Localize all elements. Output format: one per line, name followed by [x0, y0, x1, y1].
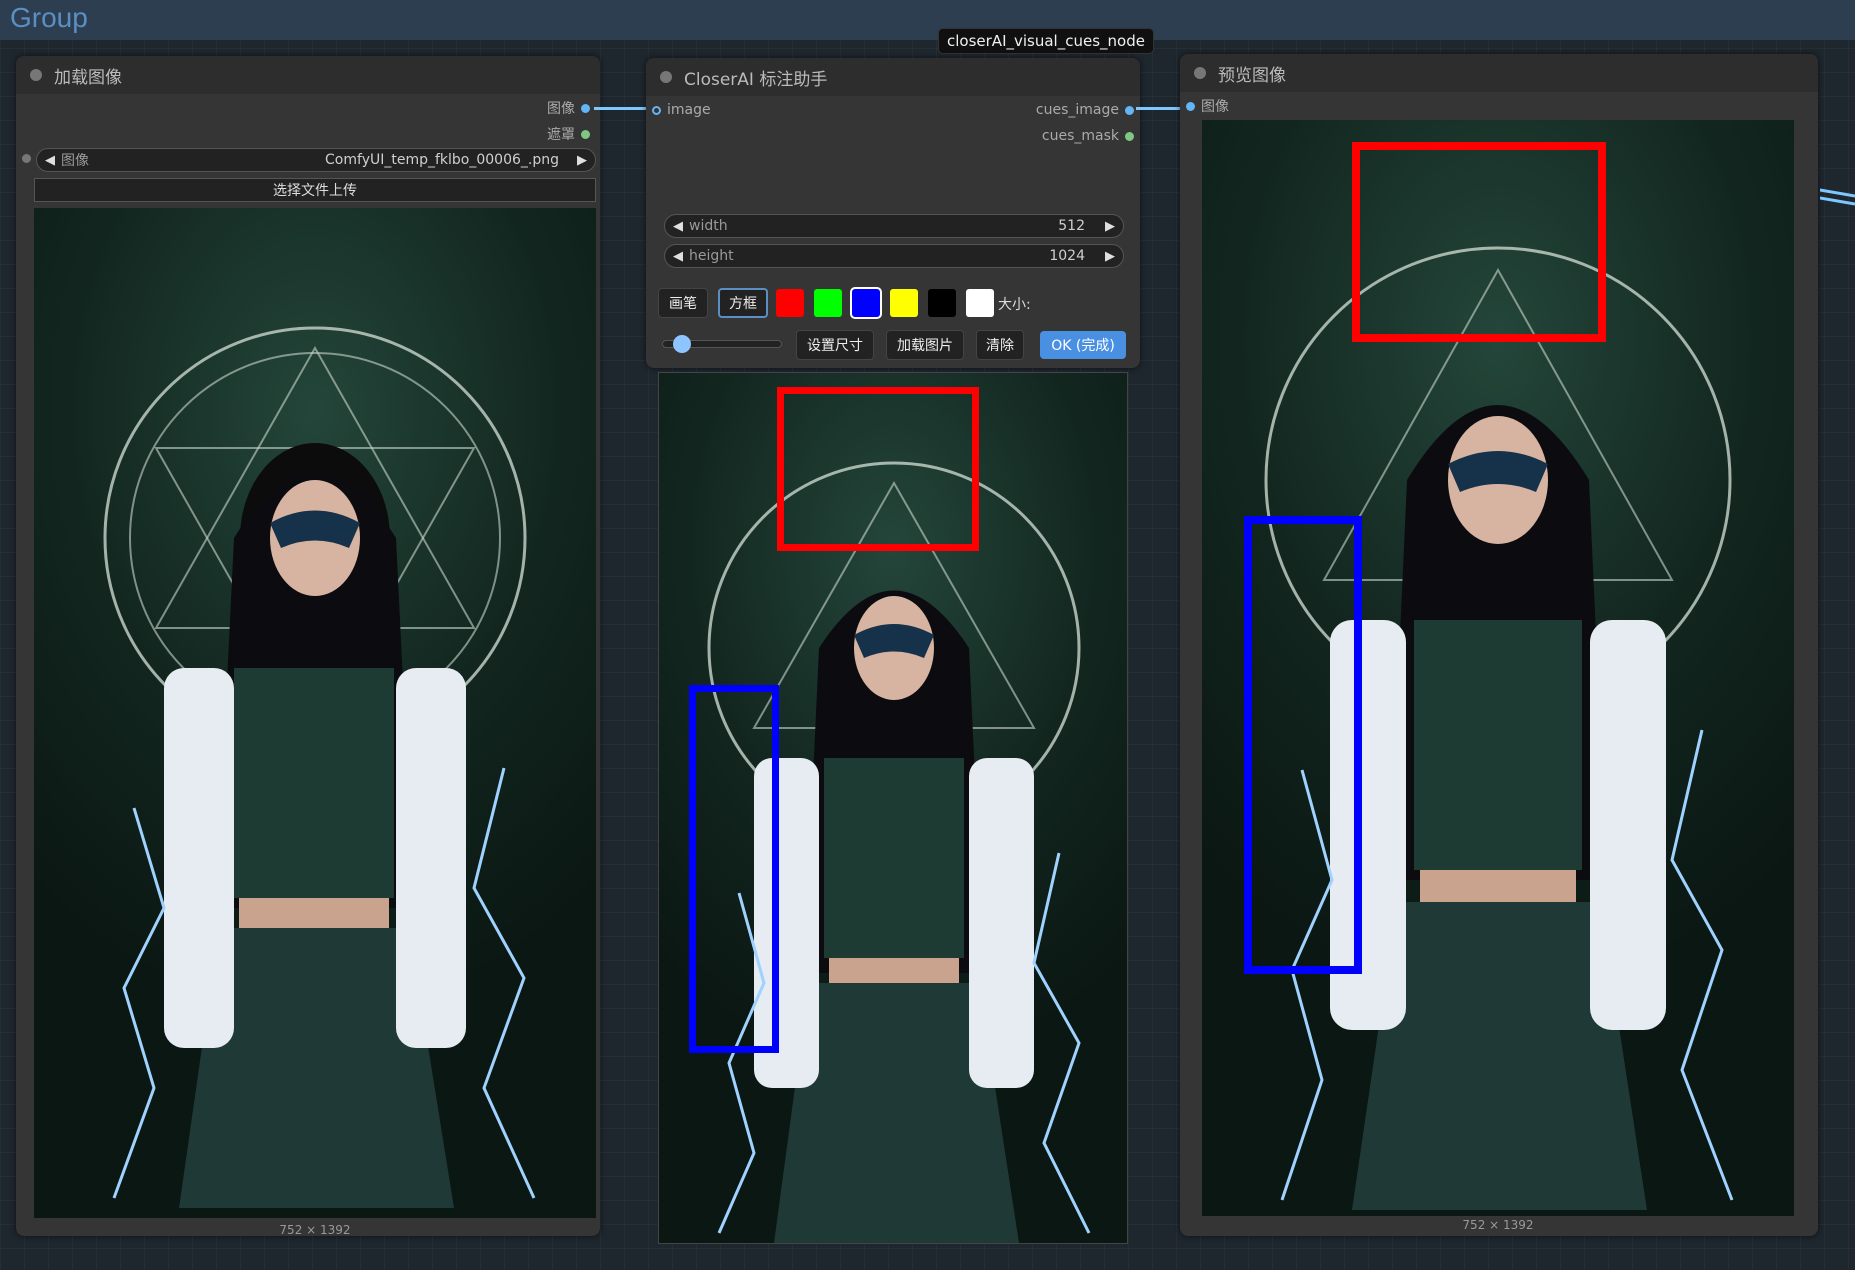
output-connector-icon[interactable]: [581, 129, 590, 139]
outgoing-link-wires[interactable]: [1820, 180, 1855, 210]
height-value: 1024: [1049, 248, 1085, 264]
image-widget-input-dot[interactable]: [22, 154, 31, 163]
load-image-node-title[interactable]: 加载图像: [16, 56, 600, 94]
preview-image-node[interactable]: 预览图像 图像 752 × 1392: [1180, 54, 1818, 1236]
width-value: 512: [1058, 218, 1085, 234]
output-slot-cues-image[interactable]: cues_image: [1036, 102, 1134, 118]
output-connector-icon[interactable]: [581, 103, 590, 113]
output-label-image: 图像: [547, 101, 575, 117]
cues-node-title-text: CloserAI 标注助手: [684, 69, 828, 90]
annotation-box-blue: [1244, 516, 1362, 974]
load-picture-button[interactable]: 加载图片: [886, 330, 964, 360]
link-wire[interactable]: [1136, 107, 1186, 110]
clear-button[interactable]: 清除: [976, 330, 1024, 360]
arrow-left-icon[interactable]: ◀: [673, 249, 683, 264]
image-file-label: 图像: [61, 153, 89, 169]
annotation-box-red[interactable]: [777, 387, 979, 551]
input-label-image: image: [667, 102, 711, 118]
collapse-dot-icon[interactable]: [1194, 67, 1206, 79]
group-header[interactable]: Group: [0, 0, 1855, 40]
preview-size-caption: 752 × 1392: [1462, 1218, 1534, 1232]
annotation-box-blue[interactable]: [689, 685, 779, 1053]
arrow-left-icon[interactable]: ◀: [45, 153, 55, 168]
image-file-combo[interactable]: ◀ 图像 ComfyUI_temp_fklbo_00006_.png ▶: [36, 148, 596, 172]
output-label-cues-mask: cues_mask: [1041, 128, 1119, 144]
size-label: 大小:: [998, 297, 1031, 313]
output-slot-mask[interactable]: 遮罩: [547, 124, 590, 144]
photo-figure-graphic: [103, 326, 536, 1208]
brush-size-slider[interactable]: [662, 335, 782, 353]
preview-node-title[interactable]: 预览图像: [1180, 54, 1818, 92]
input-slot-image[interactable]: image: [652, 102, 711, 118]
annotation-box-red: [1352, 142, 1606, 342]
widget-input-icon[interactable]: [22, 154, 31, 163]
arrow-right-icon[interactable]: ▶: [1105, 219, 1115, 234]
ok-done-button[interactable]: OK (完成): [1040, 331, 1126, 359]
color-swatch[interactable]: [850, 287, 882, 319]
arrow-right-icon[interactable]: ▶: [1105, 249, 1115, 264]
preview-image: [1202, 120, 1794, 1216]
color-swatch[interactable]: [966, 289, 994, 317]
output-connector-icon[interactable]: [1125, 131, 1134, 141]
output-label-cues-image: cues_image: [1035, 102, 1119, 118]
set-size-button[interactable]: 设置尺寸: [796, 330, 874, 360]
cues-node-title[interactable]: CloserAI 标注助手: [646, 58, 1140, 96]
input-connector-icon[interactable]: [652, 105, 661, 115]
output-connector-icon[interactable]: [1125, 105, 1134, 115]
graph-canvas[interactable]: Group closerAI_visual_cues_node 加载图像 图像 …: [0, 0, 1855, 1270]
output-slot-cues-mask[interactable]: cues_mask: [1042, 128, 1134, 144]
input-slot-preview-image[interactable]: 图像: [1186, 96, 1229, 116]
upload-file-button[interactable]: 选择文件上传: [34, 178, 596, 202]
cues-node[interactable]: CloserAI 标注助手 image cues_image cues_mask…: [646, 58, 1140, 368]
slider-thumb[interactable]: [673, 335, 692, 353]
width-widget[interactable]: ◀ width 512 ▶: [664, 214, 1124, 238]
cues-drawing-canvas[interactable]: [658, 372, 1128, 1244]
box-tool-button[interactable]: 方框: [718, 288, 768, 318]
preview-title-text: 预览图像: [1218, 65, 1286, 86]
collapse-dot-icon[interactable]: [660, 71, 672, 83]
height-label: height: [689, 248, 734, 264]
input-connector-icon[interactable]: [1186, 101, 1195, 111]
output-label-mask: 遮罩: [547, 127, 575, 143]
input-label-preview-image: 图像: [1201, 99, 1229, 115]
color-swatch[interactable]: [890, 289, 918, 317]
arrow-left-icon[interactable]: ◀: [673, 219, 683, 234]
collapse-dot-icon[interactable]: [30, 69, 42, 81]
group-title: Group: [10, 2, 88, 33]
load-image-title-text: 加载图像: [54, 67, 122, 88]
color-swatch[interactable]: [814, 289, 842, 317]
loaded-image: [34, 208, 596, 1218]
arrow-right-icon[interactable]: ▶: [577, 153, 587, 168]
link-wire[interactable]: [594, 107, 652, 110]
load-image-size-caption: 752 × 1392: [279, 1223, 351, 1237]
color-swatch[interactable]: [776, 289, 804, 317]
color-swatch[interactable]: [928, 289, 956, 317]
load-image-node[interactable]: 加载图像 图像 遮罩 ◀ 图像 ComfyUI_temp_fklbo_00006…: [16, 56, 600, 1237]
image-file-value: ComfyUI_temp_fklbo_00006_.png: [325, 152, 559, 168]
height-widget[interactable]: ◀ height 1024 ▶: [664, 244, 1124, 268]
node-type-badge: closerAI_visual_cues_node: [938, 28, 1154, 54]
width-label: width: [689, 218, 728, 234]
output-slot-image[interactable]: 图像: [547, 98, 590, 118]
brush-tool-button[interactable]: 画笔: [658, 288, 708, 318]
